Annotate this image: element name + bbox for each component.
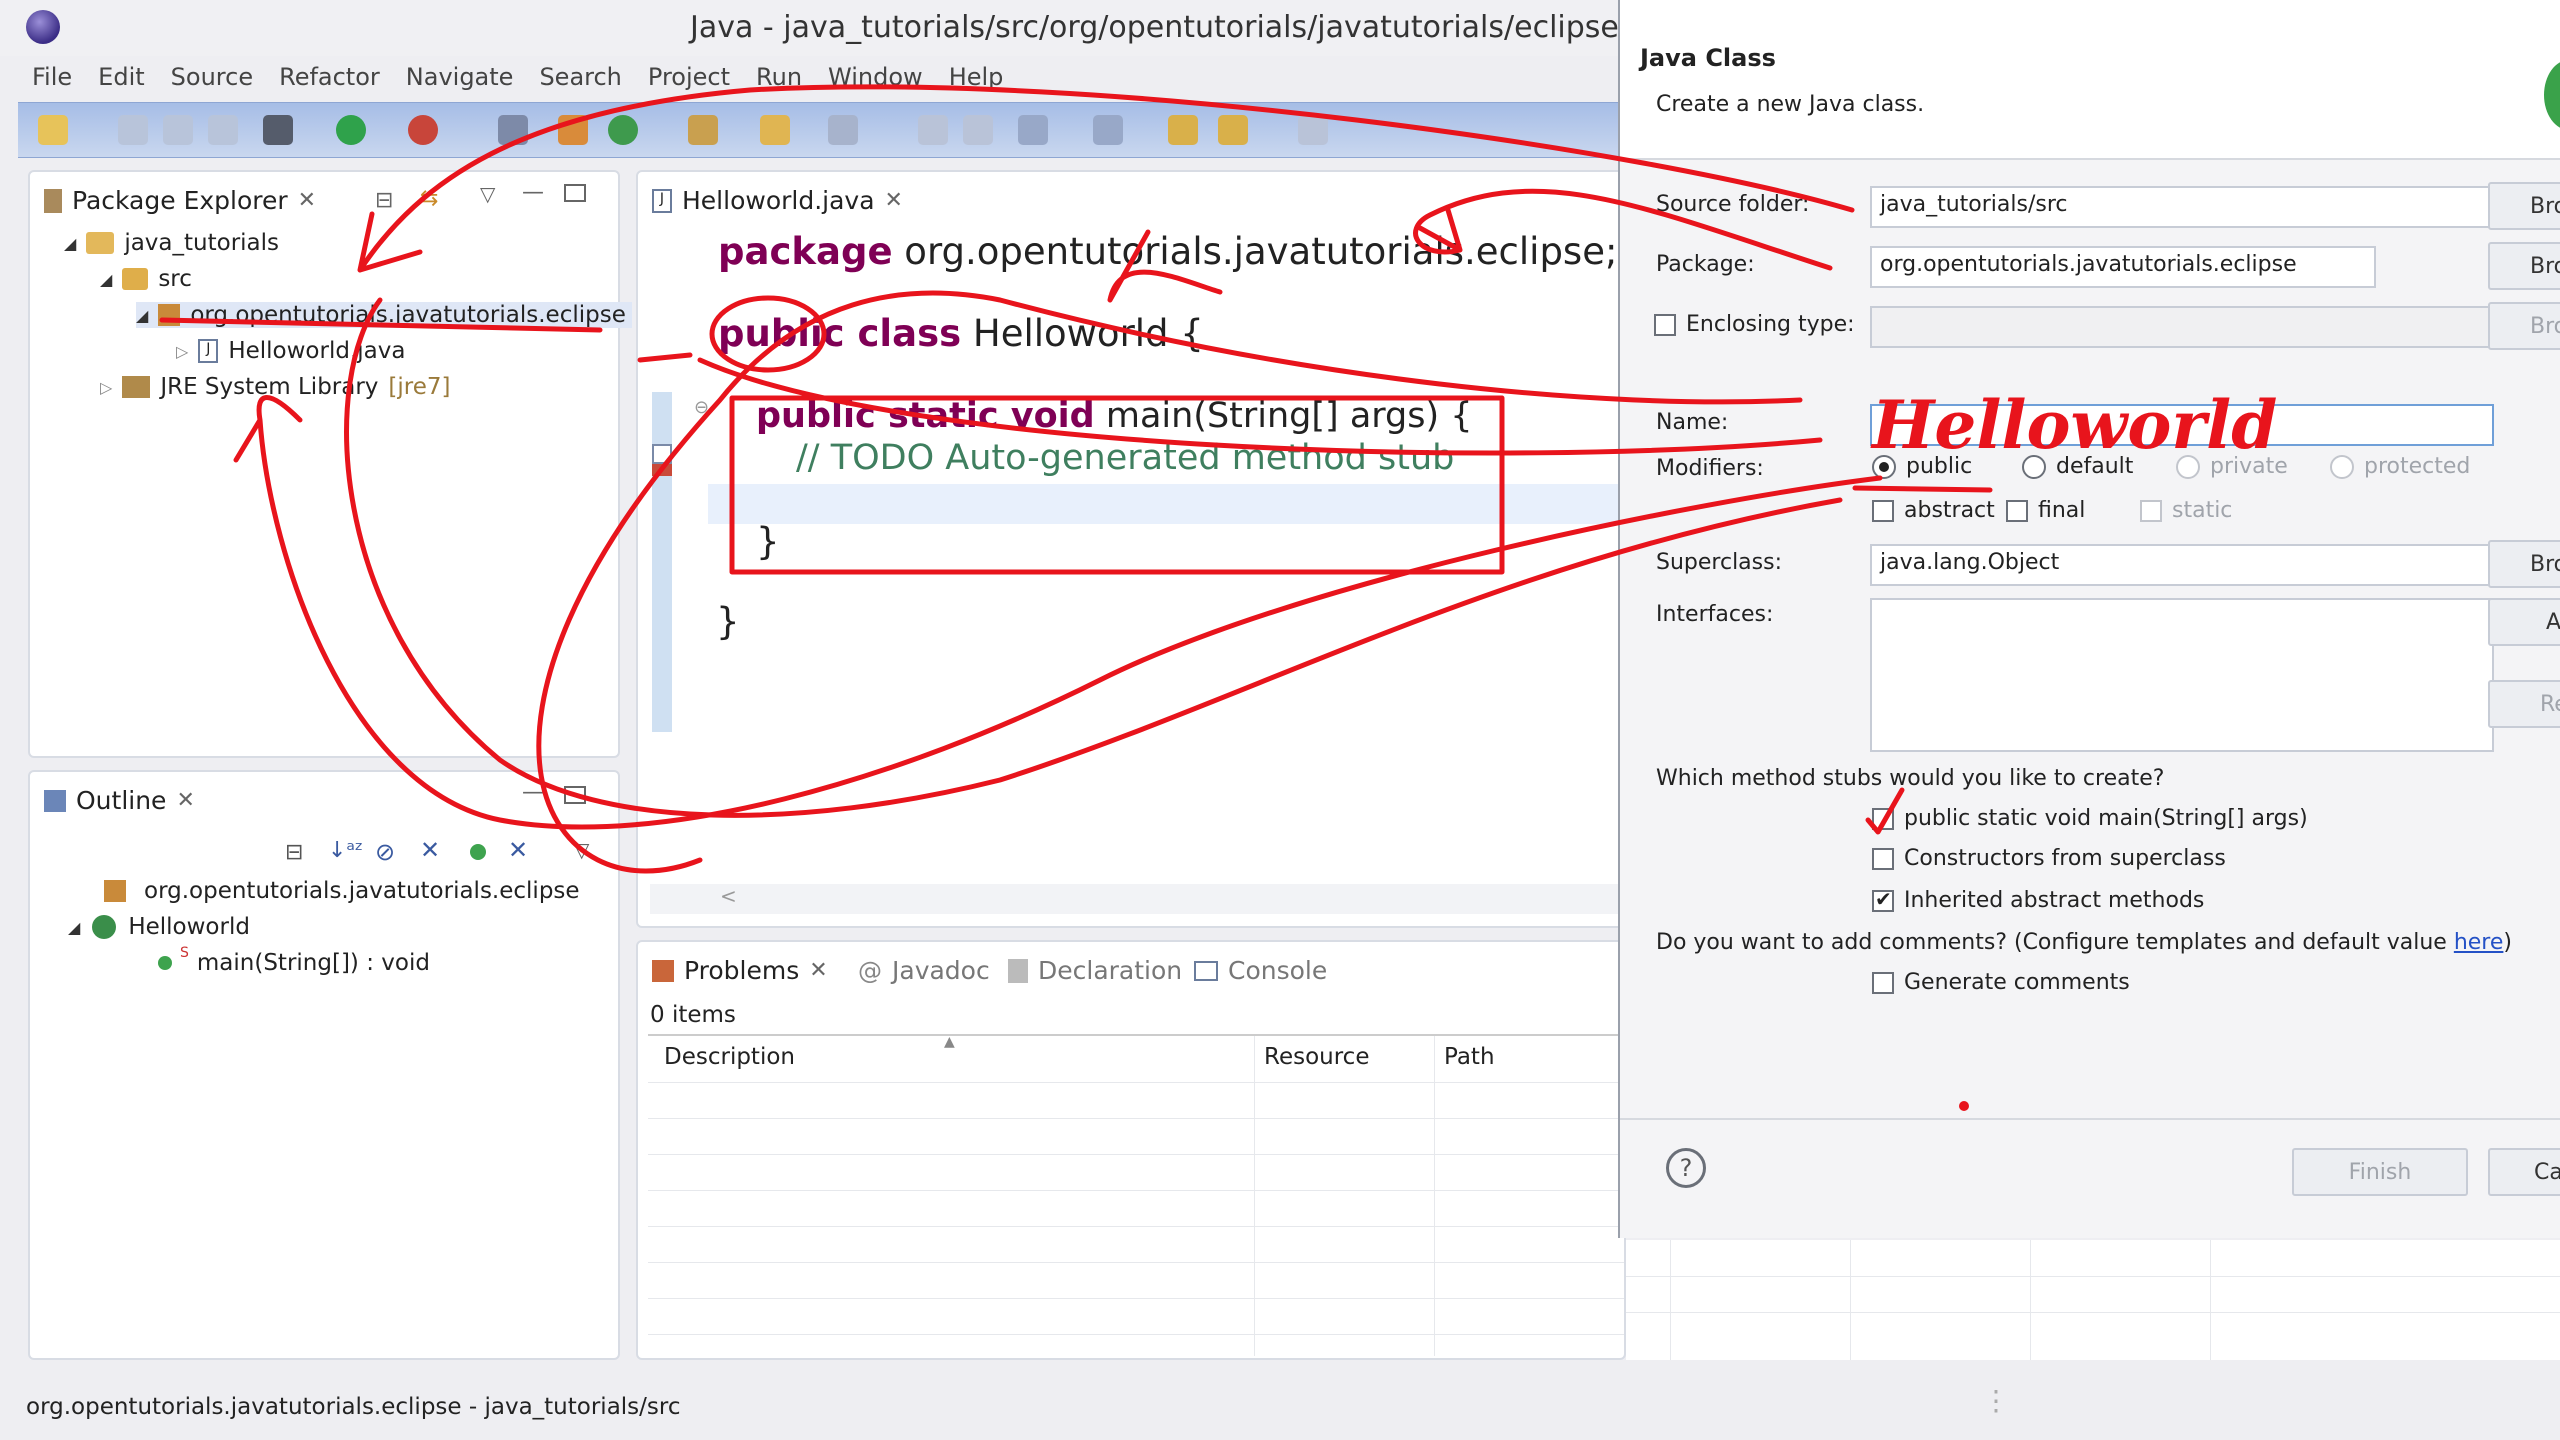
annotation-circle-public (709, 295, 827, 373)
annotation-arrow-public (536, 290, 1803, 874)
annotation-arrow-package-editor (1107, 229, 1223, 303)
annotation-overlay: Helloworld (159, 84, 2277, 1111)
annotation-arrow-name (697, 357, 1823, 456)
annotation-public-modifier-underline (1852, 485, 1993, 493)
annotation-package-underline (159, 317, 603, 333)
annotation-box-main (729, 395, 1505, 575)
annotation-arrow-source-folder (357, 84, 1855, 273)
annotation-arrow-package (1413, 188, 1833, 271)
annotation-main-checkmark (1865, 787, 1905, 835)
annotation-helloworld-text: Helloworld (1870, 386, 2277, 464)
annotation-dot (1959, 1101, 1969, 1111)
annotation-arrow-modifiers (344, 297, 1843, 818)
